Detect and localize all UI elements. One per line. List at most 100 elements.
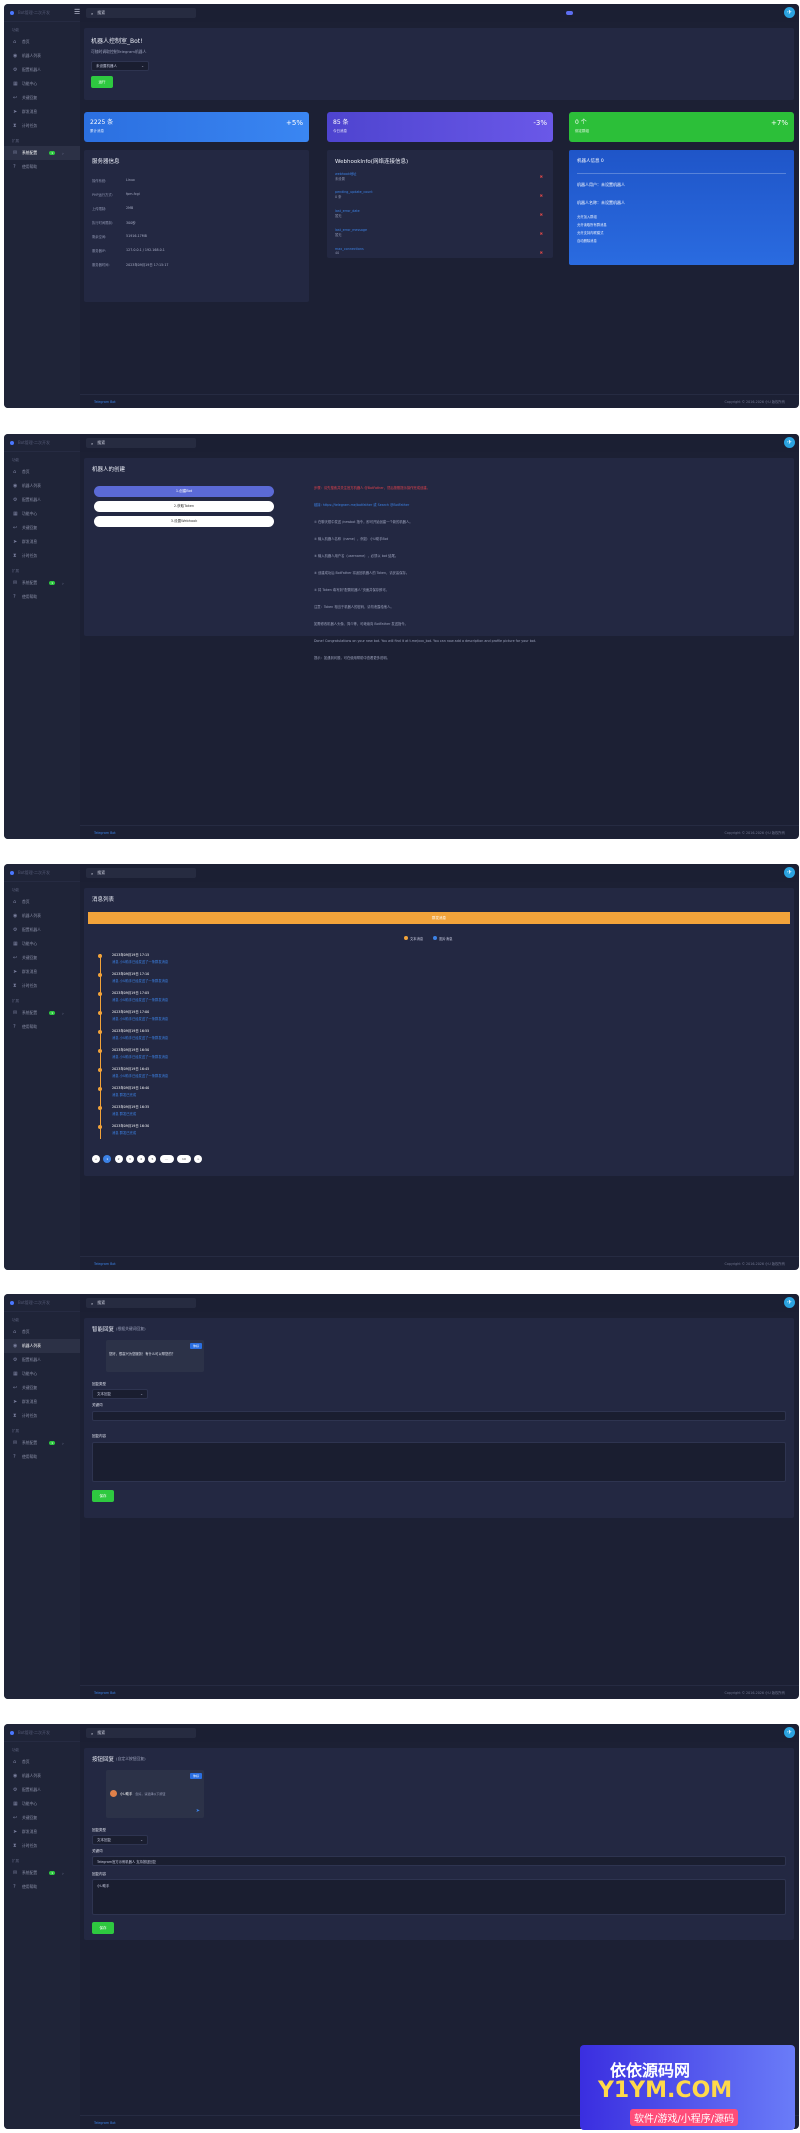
save-button[interactable]: 保存 — [92, 1490, 114, 1502]
sidebar-item-broadcast[interactable]: ➤ 群发消息 — [4, 105, 80, 119]
sidebar-item-reply[interactable]: ↩ 关键回复 — [4, 1811, 80, 1825]
sidebar-item-system[interactable]: ✉ 系统配置 1 › — [4, 146, 80, 160]
sidebar-item-broadcast[interactable]: ➤ 群发消息 — [4, 965, 80, 979]
sidebar-item-functions[interactable]: ▦ 功能中心 — [4, 937, 80, 951]
list-item[interactable]: 2023年09月19日 16:50 消息 小U助手已经发送了一条群发消息 — [90, 1047, 390, 1066]
sidebar-item-system[interactable]: ✉ 系统配置 1 › — [4, 1006, 80, 1020]
sidebar-item-config[interactable]: ⚙ 配置机器人 — [4, 493, 80, 507]
run-button[interactable]: 运行 — [91, 76, 113, 88]
sidebar-item-reply[interactable]: ↩ 关键回复 — [4, 1381, 80, 1395]
sidebar-item-robots[interactable]: ◉ 机器人列表 — [4, 909, 80, 923]
search-input[interactable]: ⌕ 搜索 — [86, 1728, 196, 1738]
close-icon[interactable]: ✖ — [540, 231, 543, 236]
gear-icon: ⚙ — [13, 496, 18, 503]
sidebar-item-home[interactable]: ⌂ 首页 — [4, 465, 80, 479]
sidebar-item-timer[interactable]: ⧗ 计时任务 — [4, 119, 80, 133]
sidebar-item-functions[interactable]: ▦ 功能中心 — [4, 1367, 80, 1381]
sidebar-item-config[interactable]: ⚙ 配置机器人 — [4, 1783, 80, 1797]
search-input[interactable]: ⌕ 搜索 — [86, 868, 196, 878]
sidebar-item-functions[interactable]: ▦ 功能中心 — [4, 77, 80, 91]
sidebar-item-timer[interactable]: ⧗ 计时任务 — [4, 549, 80, 563]
page-1[interactable]: 1 — [103, 1155, 112, 1163]
search-input[interactable]: ⌕ 搜索 — [86, 438, 196, 448]
sidebar-item-help[interactable]: ? 使用帮助 — [4, 590, 80, 604]
telegram-icon[interactable]: ✈ — [784, 437, 795, 448]
theme-toggle[interactable] — [566, 11, 573, 15]
sidebar-item-help[interactable]: ? 使用帮助 — [4, 1880, 80, 1894]
step-webhook-button[interactable]: 3.设置Webhook — [94, 516, 274, 527]
grid-icon: ▦ — [13, 1370, 18, 1377]
list-item[interactable]: 2023年09月19日 17:05 消息 小U助手已经发送了一条群发消息 — [90, 990, 390, 1009]
telegram-icon[interactable]: ✈ — [784, 867, 795, 878]
reply-type-select[interactable]: 文本回复 ⌄ — [92, 1835, 148, 1845]
sidebar-item-system[interactable]: ✉ 系统配置 1 › — [4, 1866, 80, 1880]
sidebar-item-robots[interactable]: ◉ 机器人列表 — [4, 479, 80, 493]
sidebar-item-robots[interactable]: ◉ 机器人列表 — [4, 1339, 80, 1353]
sidebar-item-timer[interactable]: ⧗ 计时任务 — [4, 1839, 80, 1853]
page-next[interactable]: > — [194, 1155, 203, 1163]
sidebar-item-broadcast[interactable]: ➤ 群发消息 — [4, 1395, 80, 1409]
close-icon[interactable]: ✖ — [540, 250, 543, 255]
sidebar-item-config[interactable]: ⚙ 配置机器人 — [4, 923, 80, 937]
search-input[interactable]: ⌕ 搜索 — [86, 1298, 196, 1308]
sidebar-item-home[interactable]: ⌂ 首页 — [4, 35, 80, 49]
menu-icon[interactable]: ☰ — [74, 9, 80, 16]
reply-type-select[interactable]: 文本回复 ⌄ — [92, 1389, 148, 1399]
telegram-icon[interactable]: ✈ — [784, 1727, 795, 1738]
sidebar-item-robots[interactable]: ◉ 机器人列表 — [4, 49, 80, 63]
save-button[interactable]: 保存 — [92, 1922, 114, 1934]
telegram-icon[interactable]: ✈ — [784, 1297, 795, 1308]
step-create-button[interactable]: 1.创建Bot — [94, 486, 274, 497]
list-item[interactable]: 2023年09月19日 17:15 消息 小U助手已经发送了一条群发消息 — [90, 952, 390, 971]
close-icon[interactable]: ✖ — [540, 174, 543, 179]
list-item[interactable]: 2023年09月19日 16:45 消息 小U助手已经发送了一条群发消息 — [90, 1066, 390, 1085]
sidebar-item-home[interactable]: ⌂ 首页 — [4, 1325, 80, 1339]
page-4[interactable]: 4 — [137, 1155, 146, 1163]
sidebar-item-home[interactable]: ⌂ 首页 — [4, 1755, 80, 1769]
close-icon[interactable]: ✖ — [540, 193, 543, 198]
sidebar-item-robots[interactable]: ◉ 机器人列表 — [4, 1769, 80, 1783]
sidebar-item-reply[interactable]: ↩ 关键回复 — [4, 521, 80, 535]
page-prev[interactable]: < — [92, 1155, 100, 1163]
sidebar-item-timer[interactable]: ⧗ 计时任务 — [4, 1409, 80, 1423]
sidebar-item-config[interactable]: ⚙ 配置机器人 — [4, 63, 80, 77]
reply-content-textarea[interactable]: 小U助手 — [92, 1879, 786, 1915]
chat-preview: 你好 小U助手 您好，请选择以下按钮 ➤ — [106, 1770, 204, 1818]
sidebar: Bot管理·二次开发 功能 ⌂ 首页 ◉ 机器人列表 ⚙ 配置机器人 ▦ 功能中心 ↩ 关… — [4, 434, 80, 839]
page-2[interactable]: 2 — [114, 1155, 123, 1163]
telegram-icon[interactable]: ✈ — [784, 7, 795, 18]
help-icon: ? — [13, 163, 16, 170]
footer: Telegram BotCopyright © 2016-2026 小U 版权所… — [80, 1256, 799, 1270]
sidebar-item-system[interactable]: ✉ 系统配置 1 › — [4, 576, 80, 590]
list-item[interactable]: 2023年09月19日 16:55 消息 小U助手已经发送了一条群发消息 — [90, 1028, 390, 1047]
keyword-input[interactable] — [92, 1411, 786, 1421]
keyword-input[interactable]: Telegram官方示例机器人 支持按钮回复 — [92, 1856, 786, 1866]
list-item[interactable]: 2023年09月19日 16:40 消息 群发已完成 — [90, 1085, 390, 1104]
page-3[interactable]: 3 — [125, 1155, 134, 1163]
sidebar-item-home[interactable]: ⌂ 首页 — [4, 895, 80, 909]
list-item[interactable]: 2023年09月19日 16:30 消息 群发已完成 — [90, 1123, 390, 1142]
list-item[interactable]: 2023年09月19日 17:10 消息 小U助手已经发送了一条群发消息 — [90, 971, 390, 990]
sidebar-item-help[interactable]: ? 使用帮助 — [4, 160, 80, 174]
page-5[interactable]: 5 — [148, 1155, 157, 1163]
sidebar-item-config[interactable]: ⚙ 配置机器人 — [4, 1353, 80, 1367]
sidebar-item-system[interactable]: ✉ 系统配置 1 › — [4, 1436, 80, 1450]
robot-select[interactable]: 未设置机器人 ⌄ — [91, 61, 149, 71]
sidebar-item-broadcast[interactable]: ➤ 群发消息 — [4, 535, 80, 549]
list-item[interactable]: 2023年09月19日 16:35 消息 群发已完成 — [90, 1104, 390, 1123]
list-item[interactable]: 2023年09月19日 17:00 消息 小U助手已经发送了一条群发消息 — [90, 1009, 390, 1028]
sidebar-item-timer[interactable]: ⧗ 计时任务 — [4, 979, 80, 993]
sidebar-item-reply[interactable]: ↩ 关键回复 — [4, 91, 80, 105]
close-icon[interactable]: ✖ — [540, 212, 543, 217]
reply-content-textarea[interactable] — [92, 1442, 786, 1482]
sidebar-item-functions[interactable]: ▦ 功能中心 — [4, 1797, 80, 1811]
send-icon[interactable]: ➤ — [196, 1808, 200, 1814]
step-token-button[interactable]: 2.获取Token — [94, 501, 274, 512]
sidebar-item-help[interactable]: ? 使用帮助 — [4, 1020, 80, 1034]
search-input[interactable]: ⌕ 搜索 — [86, 8, 196, 18]
sidebar-item-help[interactable]: ? 使用帮助 — [4, 1450, 80, 1464]
sidebar-item-reply[interactable]: ↩ 关键回复 — [4, 951, 80, 965]
page-10[interactable]: 10 — [176, 1155, 191, 1163]
sidebar-item-broadcast[interactable]: ➤ 群发消息 — [4, 1825, 80, 1839]
sidebar-item-functions[interactable]: ▦ 功能中心 — [4, 507, 80, 521]
